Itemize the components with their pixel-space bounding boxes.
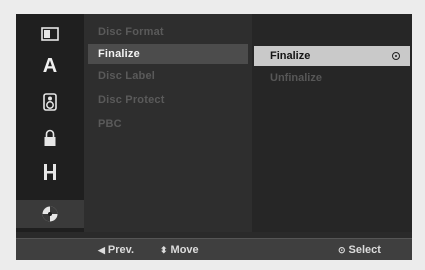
hint-select: ⊙ Select <box>338 239 381 261</box>
option-finalize-label: Finalize <box>270 50 311 62</box>
hint-prev: ◀ Prev. <box>98 239 134 261</box>
hint-prev-label: Prev. <box>107 244 135 256</box>
disc-image-icon[interactable] <box>16 20 84 48</box>
option-unfinalize[interactable]: Unfinalize <box>254 68 410 88</box>
language-icon[interactable]: A <box>16 52 84 80</box>
menu-item-disc-format[interactable]: Disc Format <box>88 22 248 42</box>
option-unfinalize-label: Unfinalize <box>270 72 322 84</box>
speaker-icon[interactable] <box>16 88 84 116</box>
hint-move-label: Move <box>170 244 199 256</box>
menu-item-pbc[interactable]: PBC <box>88 114 248 134</box>
hint-move: ⬍ Move <box>160 239 199 261</box>
option-finalize[interactable]: Finalize <box>254 46 410 66</box>
menu-item-finalize[interactable]: Finalize <box>88 44 248 64</box>
radio-selected-icon <box>392 52 400 60</box>
disc-icon[interactable] <box>16 200 84 228</box>
button-hints-bar: ◀ Prev. ⬍ Move ⊙ Select <box>16 238 412 260</box>
enter-button-icon: ⊙ <box>338 245 346 255</box>
up-down-arrow-icon: ⬍ <box>160 245 168 255</box>
language-glyph: A <box>42 54 58 77</box>
film-icon[interactable] <box>16 158 84 186</box>
lock-icon[interactable] <box>16 124 84 152</box>
finalize-options: Finalize Unfinalize <box>252 14 412 232</box>
menu-item-disc-protect[interactable]: Disc Protect <box>88 90 248 110</box>
left-arrow-icon: ◀ <box>98 245 105 255</box>
hint-select-label: Select <box>348 244 381 256</box>
osd-screen: A Disc Format Finalize Disc Label Disc P… <box>0 0 425 270</box>
menu-item-disc-label[interactable]: Disc Label <box>88 66 248 86</box>
disc-menu-list: Disc Format Finalize Disc Label Disc Pro… <box>84 14 252 232</box>
category-sidebar: A <box>16 14 84 232</box>
